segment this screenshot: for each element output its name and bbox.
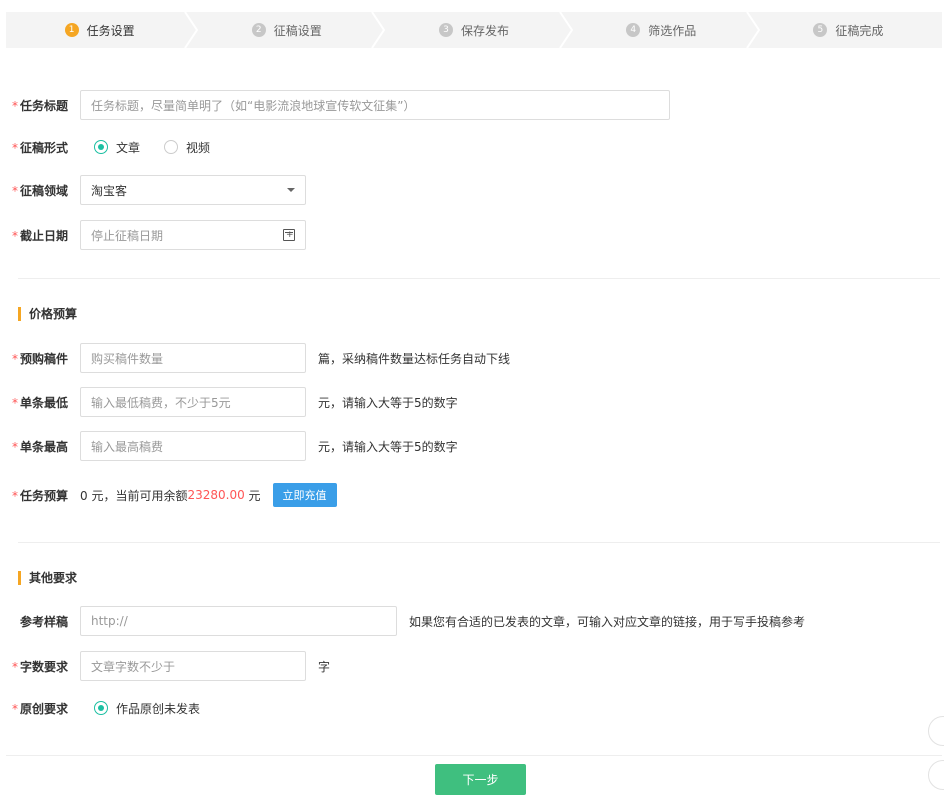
format-radio-video[interactable]: 视频 bbox=[164, 139, 210, 156]
step-label: 任务设置 bbox=[86, 23, 135, 38]
step-save-publish[interactable]: 3 保存发布 bbox=[380, 12, 573, 48]
task-title-row: * 任务标题 任务标题，尽量简单明了（如“电影流浪地球宣传软文征集”） bbox=[0, 89, 670, 121]
reference-row: 参考样稿 http:// 如果您有合适的已发表的文章，可输入对应文章的链接，用于… bbox=[0, 605, 805, 637]
section-marker bbox=[18, 306, 21, 321]
deadline-label: * 截止日期 bbox=[11, 228, 68, 243]
steps-bar: 1 任务设置 2 征稿设置 3 保存发布 4 筛选作品 5 征稿完成 bbox=[6, 12, 942, 48]
step-complete[interactable]: 5 征稿完成 bbox=[755, 12, 942, 48]
section-divider bbox=[18, 278, 940, 279]
radio-checked-icon bbox=[94, 140, 108, 154]
total-budget-row: * 任务预算 0 元，当前可用余额 23280.00 元 立即充值 bbox=[0, 479, 337, 511]
step-label: 征稿完成 bbox=[835, 23, 884, 38]
max-price-input[interactable]: 输入最高稿费 bbox=[80, 431, 306, 461]
purchase-hint: 篇，采纳稿件数量达标任务自动下线 bbox=[318, 351, 511, 366]
reference-url-input[interactable]: http:// bbox=[80, 606, 397, 636]
format-label: * 征稿形式 bbox=[11, 140, 68, 155]
min-price-hint: 元，请输入大等于5的数字 bbox=[318, 395, 458, 410]
purchase-count-input[interactable]: 购买稿件数量 bbox=[80, 343, 306, 373]
recharge-button[interactable]: 立即充值 bbox=[272, 483, 337, 507]
footer-divider bbox=[6, 755, 942, 756]
deadline-date-input[interactable]: 停止征稿日期 bbox=[80, 220, 306, 250]
step-number-badge: 3 bbox=[439, 23, 453, 37]
min-price-label: * 单条最低 bbox=[11, 395, 68, 410]
deadline-row: * 截止日期 停止征稿日期 bbox=[0, 219, 306, 251]
step-label: 保存发布 bbox=[461, 23, 510, 38]
deadline-placeholder: 停止征稿日期 bbox=[91, 228, 164, 243]
purchase-label: * 预购稿件 bbox=[11, 351, 68, 366]
section-marker bbox=[18, 570, 21, 585]
budget-text-suffix: 元 bbox=[244, 488, 261, 503]
min-price-row: * 单条最低 输入最低稿费，不少于5元 元，请输入大等于5的数字 bbox=[0, 386, 458, 418]
format-radio-article[interactable]: 文章 bbox=[94, 139, 140, 156]
max-price-row: * 单条最高 输入最高稿费 元，请输入大等于5的数字 bbox=[0, 430, 458, 462]
budget-text-prefix: 0 元，当前可用余额 bbox=[80, 488, 188, 503]
min-price-input[interactable]: 输入最低稿费，不少于5元 bbox=[80, 387, 306, 417]
available-balance: 23280.00 bbox=[187, 488, 245, 502]
step-task-settings[interactable]: 1 任务设置 bbox=[6, 12, 199, 48]
step-number-badge: 4 bbox=[626, 23, 641, 37]
reference-label: 参考样稿 bbox=[19, 614, 68, 629]
section-divider bbox=[18, 542, 940, 543]
step-number-badge: 2 bbox=[251, 23, 266, 37]
task-title-label: * 任务标题 bbox=[11, 98, 68, 113]
word-count-unit: 字 bbox=[318, 659, 331, 674]
floating-circle-button[interactable] bbox=[928, 760, 944, 790]
total-budget-label: * 任务预算 bbox=[11, 488, 68, 503]
domain-label: * 征稿领域 bbox=[11, 183, 68, 198]
format-row: * 征稿形式 文章 视频 bbox=[0, 131, 234, 163]
original-row: * 原创要求 作品原创未发表 bbox=[0, 692, 224, 724]
domain-select[interactable]: 淘宝客 bbox=[80, 175, 306, 205]
radio-unchecked-icon bbox=[164, 140, 179, 154]
chevron-down-icon bbox=[287, 188, 295, 192]
original-radio[interactable]: 作品原创未发表 bbox=[94, 700, 200, 717]
max-price-label: * 单条最高 bbox=[11, 439, 68, 454]
domain-row: * 征稿领域 淘宝客 bbox=[0, 174, 306, 206]
word-count-row: * 字数要求 文章字数不少于 字 bbox=[0, 650, 330, 682]
task-title-input[interactable]: 任务标题，尽量简单明了（如“电影流浪地球宣传软文征集”） bbox=[80, 90, 670, 120]
step-number-badge: 5 bbox=[813, 23, 828, 37]
step-submission-settings[interactable]: 2 征稿设置 bbox=[193, 12, 386, 48]
step-filter-works[interactable]: 4 筛选作品 bbox=[568, 12, 761, 48]
next-step-button[interactable]: 下一步 bbox=[435, 764, 526, 795]
other-section-title: 其他要求 bbox=[18, 569, 77, 586]
floating-circle-button[interactable] bbox=[928, 716, 944, 746]
step-label: 筛选作品 bbox=[648, 23, 697, 38]
word-count-input[interactable]: 文章字数不少于 bbox=[80, 651, 306, 681]
max-price-hint: 元，请输入大等于5的数字 bbox=[318, 439, 458, 454]
step-number-badge: 1 bbox=[64, 23, 79, 37]
calendar-icon[interactable] bbox=[283, 229, 295, 241]
word-count-label: * 字数要求 bbox=[11, 659, 68, 674]
reference-hint: 如果您有合适的已发表的文章，可输入对应文章的链接，用于写手投稿参考 bbox=[409, 614, 806, 629]
budget-section-title: 价格预算 bbox=[18, 305, 77, 322]
radio-checked-icon bbox=[94, 701, 108, 715]
original-label: * 原创要求 bbox=[11, 701, 68, 716]
step-label: 征稿设置 bbox=[273, 23, 322, 38]
domain-select-value: 淘宝客 bbox=[91, 183, 128, 198]
purchase-row: * 预购稿件 购买稿件数量 篇，采纳稿件数量达标任务自动下线 bbox=[0, 342, 510, 374]
